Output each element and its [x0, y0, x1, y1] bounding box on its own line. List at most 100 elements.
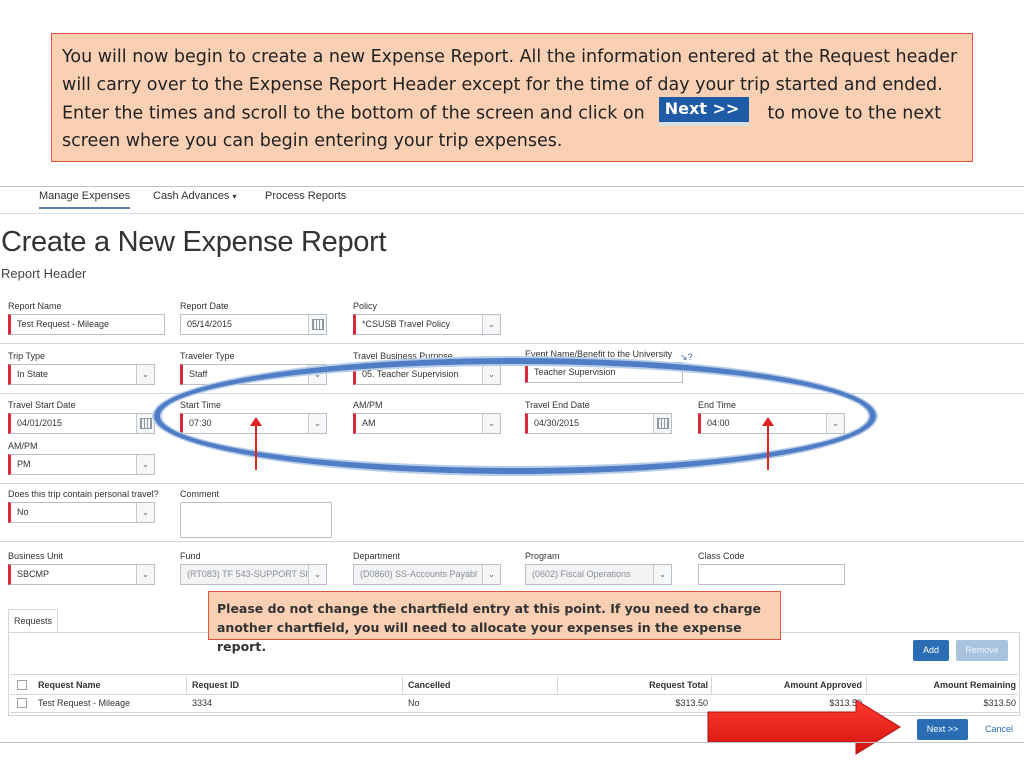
- tab-requests[interactable]: Requests: [8, 609, 58, 633]
- table-header-bottom: [10, 694, 1018, 695]
- end-ampm-select[interactable]: PM ⌄: [8, 454, 155, 475]
- end-time-label: End Time: [698, 400, 737, 410]
- travel-start-date-input[interactable]: 04/01/2015: [8, 413, 155, 434]
- page-subtitle: Report Header: [1, 266, 87, 281]
- row-checkbox[interactable]: [17, 698, 27, 708]
- calendar-icon[interactable]: [308, 315, 326, 334]
- start-ampm-field: AM/PM AM ⌄: [353, 400, 501, 434]
- trip-type-select[interactable]: In State ⌄: [8, 364, 155, 385]
- column-header-request-total[interactable]: Request Total: [600, 680, 708, 690]
- traveler-type-label: Traveler Type: [180, 351, 235, 361]
- travel-purpose-label: Travel Business Purpose: [353, 351, 453, 361]
- fund-field: Fund (RT083) TF 543-SUPPORT SI ⌄: [180, 551, 327, 585]
- department-value: (D0860) SS-Accounts Payabl: [360, 569, 478, 579]
- start-time-value: 07:30: [189, 418, 212, 428]
- fund-select[interactable]: (RT083) TF 543-SUPPORT SI ⌄: [180, 564, 327, 585]
- select-all-checkbox[interactable]: [17, 680, 27, 690]
- add-button[interactable]: Add: [913, 640, 949, 661]
- calendar-glyph: [140, 418, 152, 429]
- red-arrow-right-icon: [707, 699, 901, 755]
- column-header-amount-remaining[interactable]: Amount Remaining: [890, 680, 1017, 690]
- calendar-icon[interactable]: [653, 414, 671, 433]
- travel-end-date-input[interactable]: 04/30/2015: [525, 413, 672, 434]
- business-unit-select[interactable]: SBCMP ⌄: [8, 564, 155, 585]
- divider: [0, 742, 1024, 743]
- comment-field: Comment: [180, 489, 332, 538]
- event-name-field: Event Name/Benefit to the University Tea…: [525, 349, 683, 383]
- event-name-input[interactable]: Teacher Supervision: [525, 362, 683, 383]
- department-label: Department: [353, 551, 401, 561]
- next-button[interactable]: Next >>: [917, 719, 968, 740]
- column-separator: [711, 676, 712, 694]
- end-ampm-value: PM: [17, 459, 31, 469]
- program-field: Program (0602) Fiscal Operations ⌄: [525, 551, 672, 585]
- department-field: Department (D0860) SS-Accounts Payabl ⌄: [353, 551, 501, 585]
- report-name-input[interactable]: Test Request - Mileage: [8, 314, 165, 335]
- cell-request-id: 3334: [192, 698, 213, 708]
- program-select[interactable]: (0602) Fiscal Operations ⌄: [525, 564, 672, 585]
- trip-type-label: Trip Type: [8, 351, 46, 361]
- event-name-value: Teacher Supervision: [534, 367, 616, 377]
- column-header-request-id[interactable]: Request ID: [192, 680, 239, 690]
- fund-value: (RT083) TF 543-SUPPORT SI: [187, 569, 308, 579]
- comment-textarea[interactable]: [180, 502, 332, 538]
- report-date-input[interactable]: 05/14/2015: [180, 314, 327, 335]
- travel-purpose-select[interactable]: 05. Teacher Supervision ⌄: [353, 364, 501, 385]
- column-header-request-name[interactable]: Request Name: [38, 680, 101, 690]
- cell-request-total: $313.50: [675, 698, 708, 708]
- chevron-down-icon: ⌄: [136, 365, 154, 384]
- calendar-glyph: [312, 319, 324, 330]
- start-ampm-select[interactable]: AM ⌄: [353, 413, 501, 434]
- travel-start-date-label: Travel Start Date: [8, 400, 76, 410]
- column-header-amount-approved[interactable]: Amount Approved: [740, 680, 862, 690]
- personal-travel-field: Does this trip contain personal travel? …: [8, 489, 159, 523]
- start-ampm-label: AM/PM: [353, 400, 383, 410]
- help-icon[interactable]: ↘?: [680, 352, 693, 363]
- class-code-input[interactable]: [698, 564, 845, 585]
- end-time-value: 04:00: [707, 418, 730, 428]
- end-ampm-label: AM/PM: [8, 441, 38, 451]
- nav-cash-advances-label: Cash Advances: [153, 190, 230, 202]
- chevron-down-icon: ▾: [232, 192, 237, 201]
- column-header-cancelled[interactable]: Cancelled: [408, 680, 451, 690]
- comment-label: Comment: [180, 489, 220, 499]
- divider: [0, 541, 1024, 542]
- report-date-label: Report Date: [180, 301, 229, 311]
- trip-type-value: In State: [17, 369, 49, 379]
- column-separator: [186, 676, 187, 694]
- program-label: Program: [525, 551, 560, 561]
- traveler-type-value: Staff: [189, 369, 208, 379]
- table-header-top: [10, 674, 1018, 675]
- column-separator: [557, 676, 558, 694]
- chevron-down-icon: ⌄: [482, 315, 500, 334]
- chevron-down-icon: ⌄: [482, 414, 500, 433]
- personal-travel-value: No: [17, 507, 29, 517]
- department-select[interactable]: (D0860) SS-Accounts Payabl ⌄: [353, 564, 501, 585]
- policy-label: Policy: [353, 301, 378, 311]
- remove-button[interactable]: Remove: [956, 640, 1008, 661]
- chartfield-callout: Please do not change the chartfield entr…: [208, 591, 781, 654]
- calendar-icon[interactable]: [136, 414, 154, 433]
- class-code-field: Class Code: [698, 551, 845, 585]
- column-separator: [402, 676, 403, 694]
- personal-travel-select[interactable]: No ⌄: [8, 502, 155, 523]
- class-code-label: Class Code: [698, 551, 745, 561]
- nav-manage-expenses[interactable]: Manage Expenses: [39, 190, 131, 209]
- divider: [0, 343, 1024, 344]
- nav-cash-advances[interactable]: Cash Advances ▾: [153, 190, 236, 207]
- chevron-down-icon: ⌄: [308, 414, 326, 433]
- red-arrow-up-icon: [250, 417, 262, 470]
- report-name-field: Report Name Test Request - Mileage: [8, 301, 165, 335]
- nav-process-reports[interactable]: Process Reports: [265, 190, 346, 207]
- report-date-value: 05/14/2015: [187, 319, 233, 329]
- event-name-label: Event Name/Benefit to the University: [525, 349, 673, 359]
- report-date-field: Report Date 05/14/2015: [180, 301, 327, 335]
- cancel-link[interactable]: Cancel: [985, 724, 1013, 734]
- traveler-type-field: Traveler Type Staff ⌄: [180, 351, 327, 385]
- policy-select[interactable]: *CSUSB Travel Policy ⌄: [353, 314, 501, 335]
- instruction-callout: You will now begin to create a new Expen…: [51, 33, 973, 162]
- cell-amount-remaining: $313.50: [983, 698, 1016, 708]
- report-name-value: Test Request - Mileage: [17, 319, 110, 329]
- traveler-type-select[interactable]: Staff ⌄: [180, 364, 327, 385]
- travel-purpose-field: Travel Business Purpose 05. Teacher Supe…: [353, 351, 501, 385]
